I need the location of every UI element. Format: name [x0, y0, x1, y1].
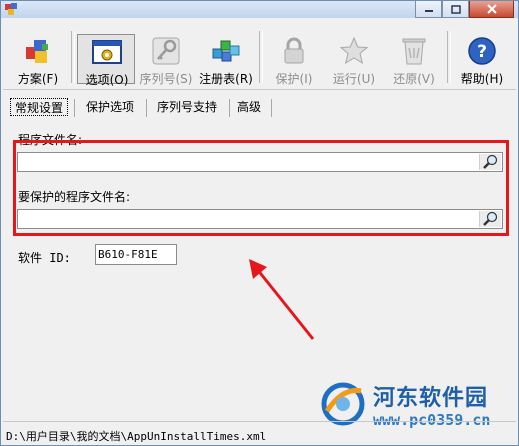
- app-window: 方案(F) 选项(O) 序列号(S) 注册表(R) 保护(I) 运行(U) 还原…: [0, 0, 519, 446]
- minimize-icon: [424, 10, 433, 12]
- tab-separator: [146, 99, 147, 117]
- toolbar-button-registry[interactable]: 注册表(R): [197, 33, 255, 89]
- tab-separator: [74, 99, 75, 117]
- highlight-box: [13, 140, 509, 236]
- toolbar-label: 方案(F): [17, 72, 59, 86]
- toolbar-button-scheme[interactable]: 方案(F): [9, 33, 67, 89]
- toolbar-label: 保护(I): [275, 72, 313, 86]
- tab-protection-options[interactable]: 保护选项: [79, 97, 141, 118]
- toolbar-label: 运行(U): [332, 72, 376, 86]
- toolbar-label: 还原(V): [393, 72, 435, 86]
- registry-icon: [212, 40, 240, 62]
- tab-general[interactable]: 常规设置: [10, 98, 68, 116]
- maximize-icon: [450, 4, 461, 14]
- close-button[interactable]: [469, 1, 514, 18]
- toolbar-button-options[interactable]: 选项(O): [77, 34, 135, 87]
- lock-icon: [284, 37, 304, 64]
- close-icon: [486, 4, 497, 14]
- tab-serial-support[interactable]: 序列号支持: [151, 97, 223, 118]
- help-icon: ?: [468, 37, 496, 65]
- toolbar: 方案(F) 选项(O) 序列号(S) 注册表(R) 保护(I) 运行(U) 还原…: [3, 23, 516, 90]
- software-id-field[interactable]: B610-F81E: [95, 244, 177, 265]
- status-path: D:\用户目录\我的文档\AppUnInstallTimes.xml: [6, 430, 267, 443]
- toolbar-separator: [259, 31, 263, 83]
- watermark-title: 河东软件园: [373, 386, 489, 411]
- tab-separator: [229, 99, 230, 117]
- toolbar-separator: [71, 31, 75, 83]
- options-icon: [92, 40, 122, 64]
- annotation-arrow: [249, 259, 315, 340]
- toolbar-separator: [447, 31, 451, 83]
- status-separator: [3, 421, 516, 422]
- tab-separator: [271, 99, 272, 117]
- app-icon: [5, 3, 17, 15]
- software-id-label: 软件 ID:: [18, 251, 71, 265]
- watermark-url: www.pc0359.cn: [373, 411, 491, 429]
- title-bar: [1, 1, 518, 18]
- toolbar-button-serial[interactable]: 序列号(S): [137, 33, 195, 89]
- toolbar-label: 选项(O): [85, 73, 129, 87]
- tab-advanced[interactable]: 高级: [233, 97, 265, 118]
- scheme-icon: [26, 40, 48, 63]
- toolbar-button-protect[interactable]: 保护(I): [265, 33, 323, 89]
- toolbar-button-help[interactable]: ? 帮助(H): [453, 33, 511, 89]
- star-icon: [339, 36, 369, 65]
- key-icon: [152, 37, 180, 65]
- recycle-bin-icon: [402, 38, 426, 65]
- toolbar-label: 帮助(H): [460, 72, 504, 86]
- maximize-button[interactable]: [442, 1, 469, 18]
- toolbar-button-run[interactable]: 运行(U): [325, 33, 383, 89]
- toolbar-label: 注册表(R): [199, 72, 253, 86]
- svg-text:?: ?: [477, 42, 487, 62]
- toolbar-button-restore[interactable]: 还原(V): [385, 33, 443, 89]
- toolbar-label: 序列号(S): [139, 72, 193, 86]
- minimize-button[interactable]: [415, 1, 442, 18]
